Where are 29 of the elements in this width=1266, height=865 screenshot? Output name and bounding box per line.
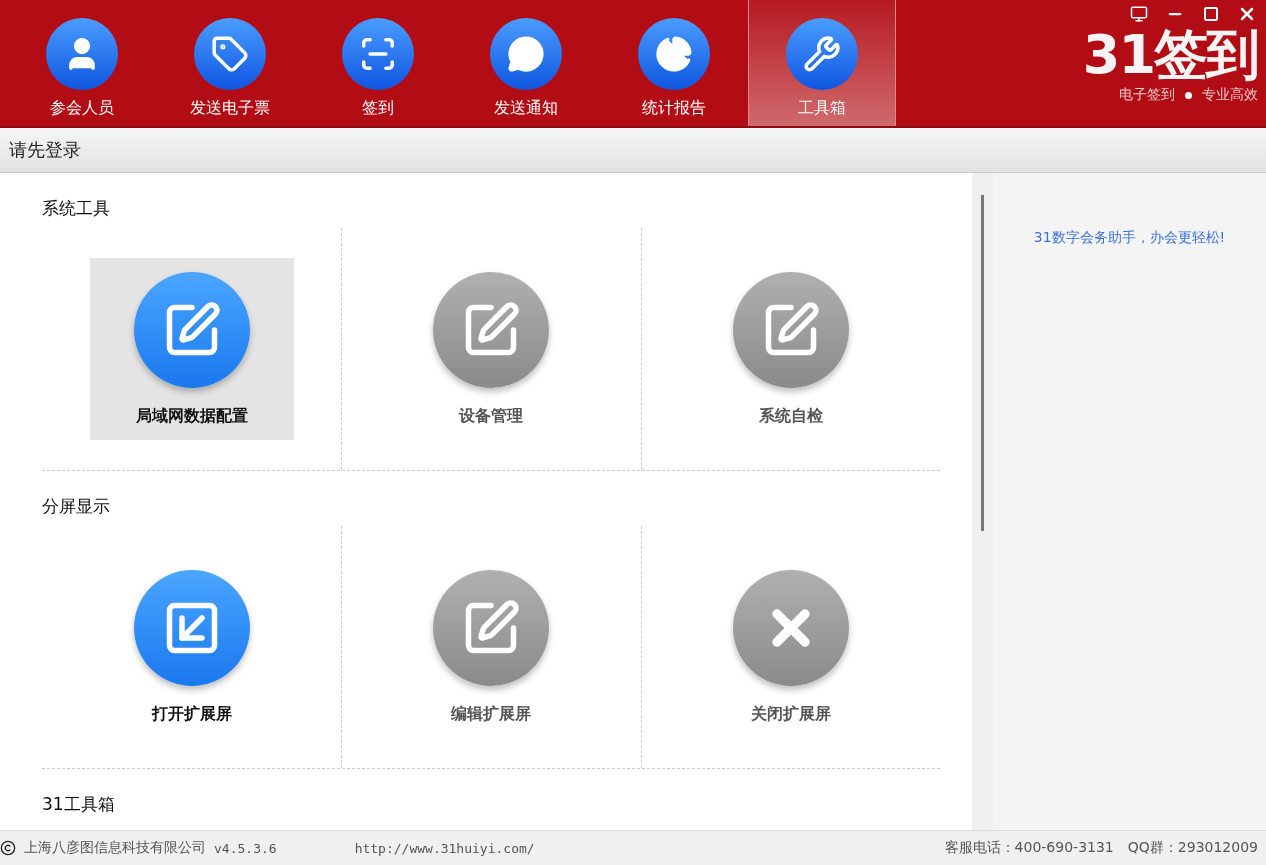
qq-group-text: QQ群：293012009 [1127,839,1258,857]
tool-tile[interactable]: 局域网数据配置 [89,258,294,440]
version-text: v4.5.3.6 [214,840,277,856]
nav-tab[interactable]: 参会人员 [8,0,156,126]
tool-tile[interactable]: 关闭扩展屏 [688,556,893,738]
nav-tab[interactable]: 工具箱 [748,0,896,126]
bullet-dot [1185,91,1192,99]
tool-tile[interactable]: 系统自检 [688,258,893,440]
slogan-text: 电子签到 [1119,86,1175,104]
tool-tile[interactable]: 设备管理 [389,258,594,440]
nav-tab[interactable]: 发送通知 [452,0,600,126]
monitor-icon[interactable] [1128,4,1150,24]
slogan-text: 专业高效 [1202,86,1258,104]
nav-tab[interactable]: 统计报告 [600,0,748,126]
section-title: 系统工具 [42,197,111,220]
company-text: 上海八彦图信息科技有限公司 [24,839,206,857]
section-title: 分屏显示 [42,495,111,518]
section-title: 31工具箱 [42,793,116,816]
phone-text: 客服电话：400-690-3131 [944,839,1114,857]
status-bar: 请先登录 [0,128,1266,173]
website-link[interactable]: http://www.31huiyi.com/ [354,840,535,856]
tool-tile[interactable]: 编辑扩展屏 [389,556,594,738]
nav-tab[interactable]: 签到 [304,0,452,126]
tagline-text: 31数字会务助手，办会更轻松! [1033,229,1226,247]
scrollbar[interactable] [972,173,993,830]
copyright-icon [0,840,16,856]
nav-tab[interactable]: 发送电子票 [156,0,304,126]
logo-text: 31签到 [1082,24,1258,86]
tool-tile[interactable]: 打开扩展屏 [89,556,294,738]
